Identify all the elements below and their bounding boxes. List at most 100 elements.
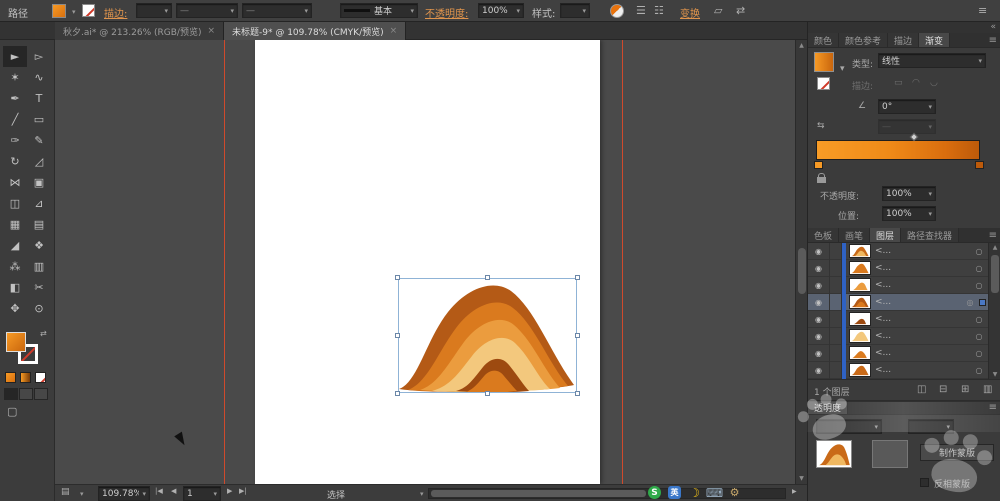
width-profile-dropdown[interactable]: — ▾ <box>242 3 312 18</box>
document-tab-active[interactable]: 未标题-9* @ 109.78% (CMYK/预览) × <box>224 22 407 40</box>
layers-scroll-thumb[interactable] <box>991 255 999 293</box>
lock-toggle[interactable] <box>830 344 842 362</box>
layer-label[interactable]: <... <box>875 297 961 307</box>
caret-icon[interactable]: ▾ <box>516 7 520 15</box>
make-mask-button[interactable]: 制作蒙版 <box>920 444 994 461</box>
caret-icon[interactable]: ▾ <box>164 7 168 15</box>
stroke-along-icon[interactable]: ◠ <box>912 78 920 88</box>
color-mode-fill[interactable] <box>5 372 16 383</box>
pen-tool[interactable]: ✒ <box>3 88 27 109</box>
layers-scroll-up-icon[interactable]: ▲ <box>989 244 1000 251</box>
layer-label[interactable]: <... <box>875 365 970 375</box>
rectangle-tool[interactable]: ▭ <box>27 109 51 130</box>
vertical-scroll-thumb[interactable] <box>798 248 806 294</box>
align-horizontal-icon[interactable]: ☰ <box>636 5 646 16</box>
opacity-link[interactable]: 不透明度: <box>425 5 468 20</box>
paintbrush-tool[interactable]: ✑ <box>3 130 27 151</box>
free-transform-tool[interactable]: ▣ <box>27 172 51 193</box>
gradient-swatch-caret-icon[interactable]: ▾ <box>840 64 845 74</box>
symbol-sprayer-tool[interactable]: ⁂ <box>3 256 27 277</box>
hand-tool[interactable]: ✥ <box>3 298 27 319</box>
selection-handle-nw[interactable] <box>395 275 400 280</box>
canvas[interactable] <box>55 40 795 484</box>
close-tab-icon[interactable]: × <box>390 26 398 36</box>
layer-label[interactable]: <... <box>875 348 970 358</box>
lock-toggle[interactable] <box>830 310 842 328</box>
layer-label[interactable]: <... <box>875 280 970 290</box>
caret-icon[interactable]: ▾ <box>142 490 146 498</box>
color-mode-none[interactable] <box>35 372 46 383</box>
new-layer-icon[interactable]: ⊞ <box>961 384 969 395</box>
night-mode-icon[interactable]: ☽ <box>688 486 701 500</box>
visibility-eye-icon[interactable]: ◉ <box>808 242 830 260</box>
last-artboard-icon[interactable]: ▶| <box>239 488 247 495</box>
status-caret-icon[interactable]: ▾ <box>80 490 84 498</box>
magic-wand-tool[interactable]: ✶ <box>3 67 27 88</box>
selection-handle-s[interactable] <box>485 391 490 396</box>
selection-handle-n[interactable] <box>485 275 490 280</box>
screen-mode-icon[interactable]: ▢ <box>7 406 17 417</box>
tab-transparency[interactable]: 透明度 <box>808 401 849 414</box>
transparency-opacity-field[interactable]: ▾ <box>908 419 954 434</box>
layer-thumbnail[interactable] <box>849 244 871 258</box>
layer-thumbnail[interactable] <box>849 346 871 360</box>
line-segment-tool[interactable]: ╱ <box>3 109 27 130</box>
panel-menu-icon[interactable]: ≡ <box>985 228 1000 242</box>
caret-icon[interactable]: ▾ <box>928 190 932 198</box>
brush-definition-dropdown[interactable]: 基本 ▾ <box>340 3 418 18</box>
caret-icon[interactable]: ▾ <box>410 7 414 15</box>
fill-indicator[interactable] <box>6 332 26 352</box>
next-artboard-icon[interactable]: ▶ <box>227 488 232 495</box>
recolor-artwork-icon[interactable] <box>610 4 624 18</box>
scale-tool[interactable]: ◿ <box>27 151 51 172</box>
opacity-field[interactable]: 100% ▾ <box>478 3 524 18</box>
layer-label[interactable]: <... <box>875 314 970 324</box>
make-clip-mask-icon[interactable]: ◫ <box>917 384 926 395</box>
document-tab[interactable]: 秋夕.ai* @ 213.26% (RGB/预览) × <box>55 22 225 40</box>
lasso-tool[interactable]: ∿ <box>27 67 51 88</box>
stroke-color-swatch[interactable] <box>82 4 95 17</box>
gradient-type-dropdown[interactable]: 线性 ▾ <box>878 53 986 68</box>
selection-handle-ne[interactable] <box>575 275 580 280</box>
lock-toggle[interactable] <box>830 361 842 379</box>
visibility-eye-icon[interactable]: ◉ <box>808 361 830 379</box>
tab-layers[interactable]: 图层 <box>870 228 902 242</box>
layer-label[interactable]: <... <box>875 331 970 341</box>
align-vertical-icon[interactable]: ☷ <box>654 5 664 16</box>
page-setup-icon[interactable]: ▤ <box>61 488 70 497</box>
close-tab-icon[interactable]: × <box>207 26 215 36</box>
artboard[interactable] <box>255 40 600 484</box>
lock-toggle[interactable] <box>830 259 842 277</box>
draw-behind-mode[interactable] <box>19 388 33 400</box>
visibility-eye-icon[interactable]: ◉ <box>808 310 830 328</box>
selected-artwork[interactable] <box>395 275 580 396</box>
layer-target-icon[interactable]: ○ <box>970 332 988 341</box>
fill-caret-icon[interactable]: ▾ <box>72 8 76 16</box>
eyedropper-tool[interactable]: ◢ <box>3 235 27 256</box>
stroke-within-icon[interactable]: ▭ <box>894 78 903 88</box>
selection-tool[interactable]: ► <box>3 46 27 67</box>
collapse-panels-icon[interactable]: « <box>990 22 996 32</box>
caret-icon[interactable]: ▾ <box>213 490 217 498</box>
control-bar-menu-icon[interactable]: ≡ <box>978 5 987 16</box>
scroll-up-icon[interactable]: ▲ <box>796 42 807 49</box>
horizontal-scroll-thumb[interactable] <box>431 490 646 497</box>
visibility-eye-icon[interactable]: ◉ <box>808 293 830 311</box>
layer-row[interactable]: ◉ <... ○ <box>808 276 988 294</box>
caret-icon[interactable]: ▾ <box>582 7 586 15</box>
layer-target-icon[interactable]: ○ <box>970 366 988 375</box>
visibility-eye-icon[interactable]: ◉ <box>808 344 830 362</box>
soft-keyboard-icon[interactable]: ⌨ <box>706 486 723 500</box>
visibility-eye-icon[interactable]: ◉ <box>808 327 830 345</box>
visibility-eye-icon[interactable]: ◉ <box>808 259 830 277</box>
gradient-slider[interactable] <box>816 140 980 160</box>
draw-normal-mode[interactable] <box>4 388 18 400</box>
layer-thumbnail[interactable] <box>849 312 871 326</box>
layer-row[interactable]: ◉ <... ○ <box>808 242 988 260</box>
shape-builder-tool[interactable]: ◫ <box>3 193 27 214</box>
width-tool[interactable]: ⋈ <box>3 172 27 193</box>
transparency-object-thumbnail[interactable] <box>816 440 852 468</box>
draw-inside-mode[interactable] <box>34 388 48 400</box>
layers-scrollbar[interactable]: ▲ ▼ <box>988 243 1000 379</box>
selection-handle-w[interactable] <box>395 333 400 338</box>
